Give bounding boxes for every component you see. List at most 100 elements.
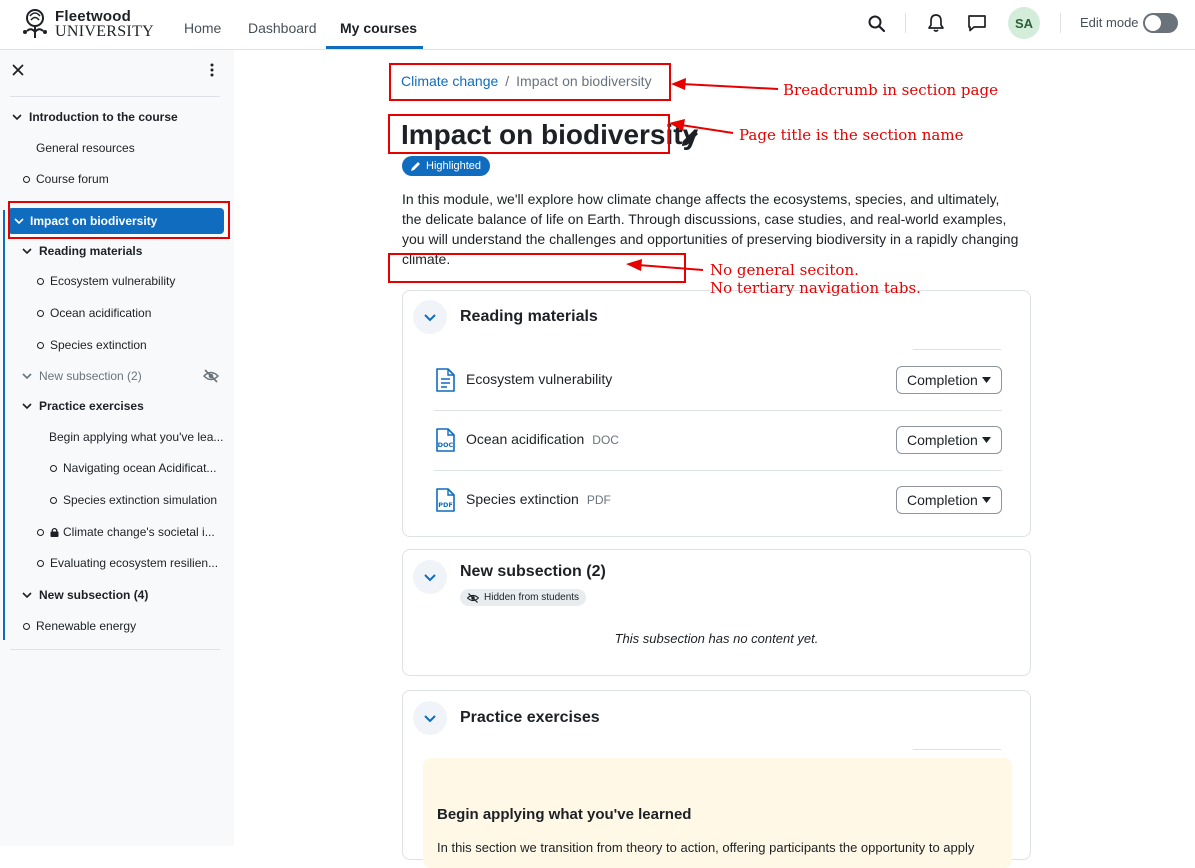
chevron-down-icon xyxy=(22,592,32,599)
chevron-down-icon xyxy=(424,574,436,582)
completion-circle-icon xyxy=(37,341,44,349)
index-item-begin-applying[interactable]: Begin applying what you've lea... xyxy=(49,427,223,447)
active-nav-indicator xyxy=(326,46,423,49)
annotation-box-breadcrumb xyxy=(389,63,671,101)
divider xyxy=(913,749,1001,750)
index-subsection-practice[interactable]: Practice exercises xyxy=(22,396,144,416)
annotation-box-no-general xyxy=(388,253,686,283)
close-icon[interactable] xyxy=(12,64,24,76)
index-item-label: Practice exercises xyxy=(39,399,144,413)
annotation-no-tabs: No tertiary navigation tabs. xyxy=(710,279,921,297)
nav-dashboard[interactable]: Dashboard xyxy=(248,20,317,36)
index-item-label: Ecosystem vulnerability xyxy=(50,274,176,288)
drawer-divider xyxy=(10,649,220,650)
annotation-breadcrumb: Breadcrumb in section page xyxy=(783,81,998,99)
completion-label: Completion xyxy=(907,432,978,448)
activity-name[interactable]: Ocean acidification DOC xyxy=(466,431,619,447)
hidden-eye-icon xyxy=(467,592,479,603)
completion-circle-icon xyxy=(37,277,44,285)
completion-circle-icon xyxy=(23,175,30,183)
completion-circle-icon xyxy=(37,309,44,317)
notifications-bell-icon[interactable] xyxy=(926,13,946,33)
index-item-navigating-ocean[interactable]: Navigating ocean Acidificat... xyxy=(50,458,216,478)
university-emblem-icon xyxy=(23,9,47,38)
label-title: Begin applying what you've learned xyxy=(437,806,692,823)
index-item-label: Species extinction simulation xyxy=(63,493,218,507)
index-item-species-simulation[interactable]: Species extinction simulation xyxy=(50,490,217,510)
activity-row: DOC Ocean acidification DOC Completion xyxy=(434,410,1002,470)
top-navbar: Fleetwood UNIVERSITY Home Dashboard My c… xyxy=(0,0,1195,50)
index-item-label: Navigating ocean Acidificat... xyxy=(63,461,217,475)
collapse-button[interactable] xyxy=(413,560,447,594)
index-subsection-new-2[interactable]: New subsection (2) xyxy=(22,366,142,386)
index-item-species-extinction[interactable]: Species extinction xyxy=(37,335,147,355)
nav-home[interactable]: Home xyxy=(184,20,221,36)
index-item-label: Introduction to the course xyxy=(29,110,178,124)
brand-subtitle: UNIVERSITY xyxy=(55,23,154,40)
completion-label: Completion xyxy=(907,492,978,508)
index-item-label: New subsection (2) xyxy=(39,369,142,383)
lock-icon xyxy=(50,527,59,537)
index-item-ecosystem-resilience[interactable]: Evaluating ecosystem resilien... xyxy=(37,553,218,573)
page-icon xyxy=(436,368,455,392)
index-item-label: Renewable energy xyxy=(36,619,137,633)
edit-pencil-icon[interactable] xyxy=(679,127,701,149)
user-avatar[interactable]: SA xyxy=(1008,7,1040,39)
svg-text:DOC: DOC xyxy=(438,441,454,449)
pdf-file-icon: PDF xyxy=(436,488,455,512)
index-item-ecosystem-vulnerability[interactable]: Ecosystem vulnerability xyxy=(37,271,175,291)
activity-row: PDF Species extinction PDF Completion xyxy=(434,470,1002,530)
caret-down-icon xyxy=(982,437,991,443)
navbar-divider xyxy=(905,13,906,33)
highlighter-icon xyxy=(411,161,420,171)
index-section-intro[interactable]: Introduction to the course xyxy=(12,107,178,127)
index-item-label: New subsection (4) xyxy=(39,588,149,602)
collapse-button[interactable] xyxy=(413,300,447,334)
index-item-label: Evaluating ecosystem resilien... xyxy=(50,556,219,570)
completion-circle-icon xyxy=(23,622,30,630)
completion-dropdown[interactable]: Completion xyxy=(896,366,1002,394)
completion-dropdown[interactable]: Completion xyxy=(896,426,1002,454)
messages-icon[interactable] xyxy=(967,13,987,33)
subsection-title[interactable]: Reading materials xyxy=(460,308,598,326)
index-item-societal-impact[interactable]: Climate change's societal i... xyxy=(37,522,215,542)
hidden-badge-label: Hidden from students xyxy=(484,592,580,603)
nav-my-courses[interactable]: My courses xyxy=(340,20,417,36)
activity-name[interactable]: Ecosystem vulnerability xyxy=(466,371,612,387)
index-item-ocean-acidification[interactable]: Ocean acidification xyxy=(37,303,151,323)
drawer-divider xyxy=(10,96,220,97)
hidden-from-students-badge: Hidden from students xyxy=(460,589,587,606)
edit-mode-label: Edit mode xyxy=(1080,15,1139,30)
chevron-down-icon xyxy=(424,715,436,723)
index-item-label: Ocean acidification xyxy=(50,306,152,320)
chevron-down-icon xyxy=(22,403,32,410)
kebab-menu-icon[interactable] xyxy=(205,62,219,78)
index-item-label: Species extinction xyxy=(50,338,147,352)
collapse-button[interactable] xyxy=(413,701,447,735)
subsection-title[interactable]: Practice exercises xyxy=(460,709,600,727)
text-label-card: Begin applying what you've learned In th… xyxy=(423,758,1012,868)
annotation-title: Page title is the section name xyxy=(739,126,964,144)
highlighted-badge: Highlighted xyxy=(402,156,491,176)
caret-down-icon xyxy=(982,377,991,383)
active-section-line xyxy=(3,210,5,640)
edit-mode-toggle[interactable] xyxy=(1143,13,1178,33)
highlighted-badge-label: Highlighted xyxy=(426,160,482,172)
search-icon[interactable] xyxy=(867,14,887,34)
completion-dropdown[interactable]: Completion xyxy=(896,486,1002,514)
index-item-label: Course forum xyxy=(36,172,109,186)
svg-text:PDF: PDF xyxy=(438,501,453,509)
hidden-eye-icon xyxy=(203,369,219,383)
index-item-renewable-energy[interactable]: Renewable energy xyxy=(23,616,136,636)
subsection-card-new-subsection-2: New subsection (2) Hidden from students … xyxy=(402,549,1031,676)
empty-subsection-message: This subsection has no content yet. xyxy=(614,631,819,646)
index-subsection-new-4[interactable]: New subsection (4) xyxy=(22,585,148,605)
subsection-title[interactable]: New subsection (2) xyxy=(460,563,606,581)
site-logo[interactable]: Fleetwood UNIVERSITY xyxy=(18,7,154,41)
index-item-label: Climate change's societal i... xyxy=(63,525,215,539)
index-item-course-forum[interactable]: Course forum xyxy=(23,169,109,189)
subsection-card-practice-exercises: Practice exercises Begin applying what y… xyxy=(402,690,1031,868)
activity-name[interactable]: Species extinction PDF xyxy=(466,491,611,507)
index-item-general-resources[interactable]: General resources xyxy=(36,138,135,158)
index-subsection-reading[interactable]: Reading materials xyxy=(22,241,142,261)
